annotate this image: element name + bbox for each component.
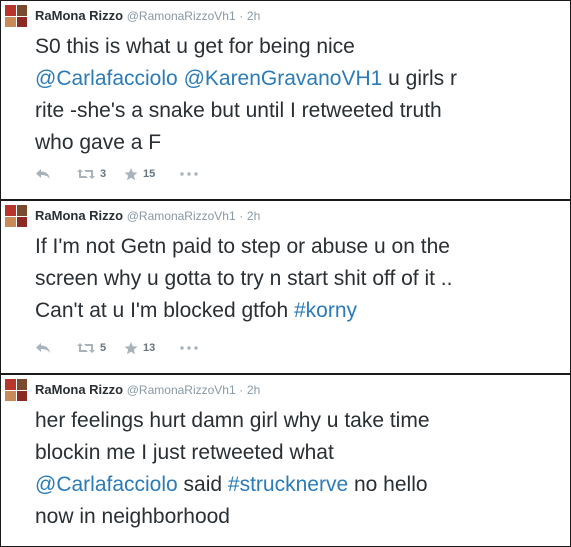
tweet-text: If I'm not Getn paid to step or abuse u …	[35, 231, 565, 327]
avatar[interactable]	[5, 379, 27, 401]
tweet-header: RaMona Rizzo @RamonaRizzoVh1 · 2h	[35, 208, 260, 224]
tweet-text-segment: now in neighborhood	[35, 505, 230, 528]
tweet-text-segment: rite -she's a snake but until I retweete…	[35, 99, 442, 122]
tweet-timestamp[interactable]: 2h	[247, 383, 260, 397]
tweet-text: S0 this is what u get for being nice @Car…	[35, 31, 565, 159]
tweet-text-line: who gave a F	[35, 127, 565, 159]
tweet-card: RaMona Rizzo @RamonaRizzoVh1 · 2h her fe…	[1, 375, 570, 546]
retweet-button[interactable]: 3	[77, 168, 124, 180]
tweet-text-line: @Carlafacciolo @KarenGravanoVH1 u girls …	[35, 63, 565, 95]
hashtag-link[interactable]: #strucknerve	[228, 473, 348, 496]
tweet-text-line: her feelings hurt damn girl why u take t…	[35, 405, 565, 437]
author-handle[interactable]: @RamonaRizzoVh1	[127, 383, 236, 397]
tweet-text-segment: who gave a F	[35, 131, 162, 154]
tweet-text-segment: u girls r	[382, 67, 458, 90]
tweet-text-line: If I'm not Getn paid to step or abuse u …	[35, 231, 565, 263]
tweet-collage: RaMona Rizzo @RamonaRizzoVh1 · 2h S0 thi…	[0, 0, 571, 547]
tweet-text-line: Can't at u I'm blocked gtfoh #korny	[35, 295, 565, 327]
more-button[interactable]	[180, 172, 210, 176]
tweet-text-segment: her feelings hurt damn girl why u take t…	[35, 409, 430, 432]
tweet-header: RaMona Rizzo @RamonaRizzoVh1 · 2h	[35, 382, 260, 398]
reply-button[interactable]	[35, 168, 77, 180]
reply-icon	[35, 342, 51, 354]
hashtag-link[interactable]: #korny	[294, 299, 357, 322]
tweet-text-segment: no hello	[348, 473, 428, 496]
tweet-timestamp[interactable]: 2h	[247, 9, 260, 23]
reply-icon	[35, 168, 51, 180]
tweet-text-line: rite -she's a snake but until I retweete…	[35, 95, 565, 127]
retweet-icon	[77, 342, 95, 354]
tweet-header: RaMona Rizzo @RamonaRizzoVh1 · 2h	[35, 8, 260, 24]
author-name[interactable]: RaMona Rizzo	[35, 8, 123, 23]
star-icon	[124, 167, 138, 181]
favorite-button[interactable]: 15	[124, 167, 180, 181]
tweet-text-line: blockin me I just retweeted what	[35, 437, 565, 469]
header-separator: ·	[239, 383, 244, 397]
tweet-card: RaMona Rizzo @RamonaRizzoVh1 · 2h If I'm…	[1, 201, 570, 373]
author-name[interactable]: RaMona Rizzo	[35, 208, 123, 223]
more-dots-icon	[180, 172, 198, 176]
mention-link[interactable]: @Carlafacciolo	[35, 473, 178, 496]
tweet-actions: 5 13	[35, 339, 210, 357]
tweet-text-line: @Carlafacciolo said #strucknerve no hell…	[35, 469, 565, 501]
avatar[interactable]	[5, 205, 27, 227]
tweet-card: RaMona Rizzo @RamonaRizzoVh1 · 2h S0 thi…	[1, 1, 570, 199]
retweet-count: 5	[100, 342, 107, 354]
star-icon	[124, 341, 138, 355]
retweet-button[interactable]: 5	[77, 342, 124, 354]
favorite-count: 15	[143, 168, 156, 180]
tweet-text-segment: Can't at u I'm blocked gtfoh	[35, 299, 294, 322]
more-dots-icon	[180, 346, 198, 350]
more-button[interactable]	[180, 346, 210, 350]
tweet-text-segment: blockin me I just retweeted what	[35, 441, 334, 464]
tweet-text-segment: said	[177, 473, 228, 496]
avatar[interactable]	[5, 5, 27, 27]
header-separator: ·	[239, 9, 244, 23]
tweet-timestamp[interactable]: 2h	[247, 209, 260, 223]
tweet-text-segment: screen why u gotta to try n start shit o…	[35, 267, 453, 290]
author-handle[interactable]: @RamonaRizzoVh1	[127, 9, 236, 23]
favorite-button[interactable]: 13	[124, 341, 180, 355]
mention-link[interactable]: @KarenGravanoVH1	[184, 67, 383, 90]
favorite-count: 13	[143, 342, 156, 354]
header-separator: ·	[239, 209, 244, 223]
mention-link[interactable]: @Carlafacciolo	[35, 67, 178, 90]
tweet-text: her feelings hurt damn girl why u take t…	[35, 405, 565, 533]
author-handle[interactable]: @RamonaRizzoVh1	[127, 209, 236, 223]
tweet-text-line: now in neighborhood	[35, 501, 565, 533]
retweet-count: 3	[100, 168, 107, 180]
tweet-text-line: S0 this is what u get for being nice	[35, 31, 565, 63]
tweet-text-segment: S0 this is what u get for being nice	[35, 35, 355, 58]
author-name[interactable]: RaMona Rizzo	[35, 382, 123, 397]
tweet-text-segment: If I'm not Getn paid to step or abuse u …	[35, 235, 450, 258]
reply-button[interactable]	[35, 342, 77, 354]
tweet-actions: 3 15	[35, 165, 210, 183]
retweet-icon	[77, 168, 95, 180]
tweet-text-line: screen why u gotta to try n start shit o…	[35, 263, 565, 295]
